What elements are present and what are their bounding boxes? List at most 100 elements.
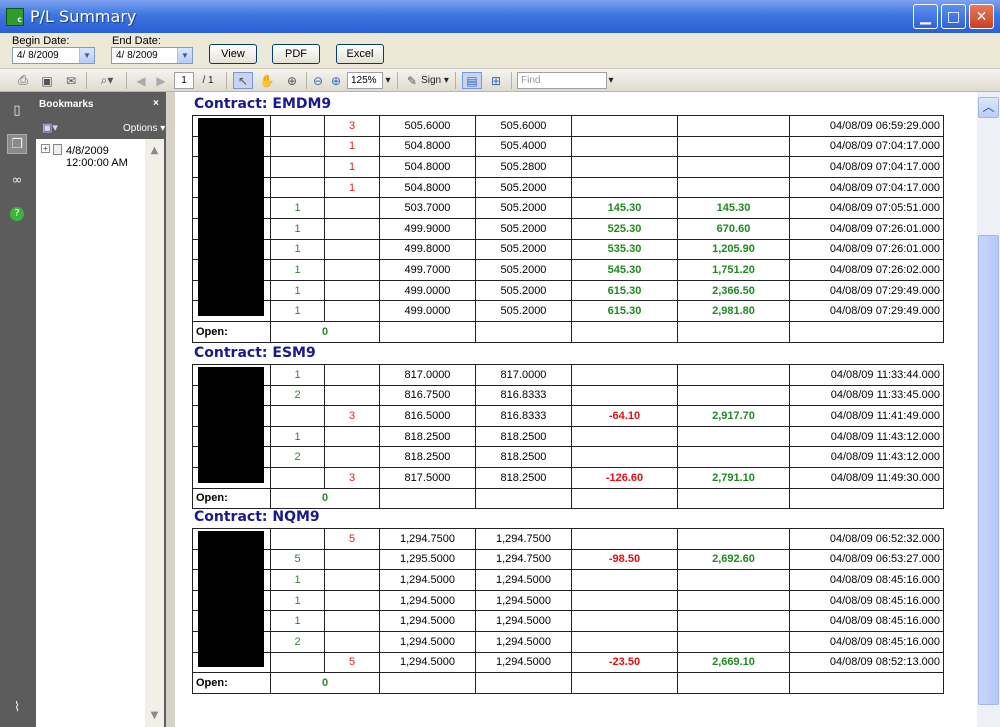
- close-button[interactable]: ✕: [969, 4, 994, 29]
- close-icon[interactable]: ×: [153, 98, 159, 109]
- bookmark-item-time[interactable]: 12:00:00 AM: [66, 157, 128, 169]
- cumulative-pl-cell: [677, 115, 790, 137]
- close-icon: ✕: [975, 8, 988, 25]
- view-button[interactable]: View: [209, 44, 257, 64]
- pen-icon[interactable]: ✎: [403, 72, 421, 89]
- timestamp-cell: 04/08/09 11:43:12.000: [789, 425, 944, 448]
- zoom-in-icon[interactable]: ⊕: [329, 72, 343, 89]
- pl-cell: [571, 610, 678, 632]
- options-label: Options: [123, 123, 158, 134]
- bookmark-options-menu[interactable]: Options ▾: [123, 123, 165, 134]
- zoom-dropdown-icon[interactable]: ▾: [383, 72, 393, 89]
- help-icon[interactable]: ?: [7, 204, 27, 224]
- save-icon[interactable]: ▣: [38, 72, 56, 89]
- minimize-button[interactable]: ▁: [913, 4, 938, 29]
- empty-cell: [789, 672, 944, 694]
- next-page-icon[interactable]: ▶: [153, 72, 169, 89]
- empty-cell: [475, 320, 572, 343]
- table-row: 2 816.7500 816.8333 04/08/09 11:33:45.000: [192, 384, 944, 407]
- pl-cell: -126.60: [571, 466, 678, 489]
- zoom-level-input[interactable]: 125%: [347, 72, 383, 89]
- pages-icon[interactable]: ▯: [7, 100, 27, 120]
- table-row: 1 504.8000 505.4000 04/08/09 07:04:17.000: [192, 135, 944, 158]
- search-icon[interactable]: ⌕▾: [94, 72, 120, 89]
- table-row: 2 1,294.5000 1,294.5000 04/08/09 08:45:16.0…: [192, 630, 944, 653]
- pl-cell: [571, 425, 678, 448]
- email-icon[interactable]: ✉: [62, 72, 80, 89]
- pdf-button[interactable]: PDF: [272, 44, 320, 64]
- open-label: Open:: [192, 672, 271, 694]
- buy-qty-cell: [270, 466, 325, 489]
- bookmark-tool-icon[interactable]: ▣▾: [42, 121, 58, 134]
- contract-title: Contract: ESM9: [194, 345, 316, 361]
- fit-page-icon[interactable]: ▤: [462, 72, 482, 89]
- empty-cell: [571, 672, 678, 694]
- buy-qty-cell: 1: [270, 197, 325, 219]
- pl-cell: [571, 115, 678, 137]
- table-row: 5 1,295.5000 1,294.7500 -98.50 2,692.60 04/08…: [192, 548, 944, 571]
- end-date-picker[interactable]: 4/ 8/2009 ▼: [111, 47, 193, 64]
- cumulative-pl-cell: 2,981.80: [677, 300, 790, 322]
- sell-qty-cell: 5: [324, 528, 380, 550]
- find-dropdown-icon[interactable]: ▾: [607, 72, 615, 89]
- expand-icon[interactable]: +: [41, 144, 50, 153]
- bookmarks-panel: Bookmarks × ▣▾ Options ▾ + 4/8/2009 12:0…: [34, 92, 166, 727]
- table-row: 1 499.0000 505.2000 615.30 2,366.50 04/08/09 …: [192, 279, 944, 302]
- fit-width-icon[interactable]: ⊞: [487, 72, 505, 89]
- print-icon[interactable]: ⎙: [14, 72, 32, 89]
- end-date-value: 4/ 8/2009: [116, 50, 158, 61]
- pl-cell: [571, 364, 678, 386]
- scroll-up-icon[interactable]: ︿: [978, 97, 999, 118]
- panel-splitter[interactable]: [166, 92, 175, 727]
- cumulative-pl-cell: 2,692.60: [677, 548, 790, 571]
- pl-cell: 615.30: [571, 279, 678, 302]
- begin-date-picker[interactable]: 4/ 8/2009 ▼: [12, 47, 95, 64]
- empty-cell: [379, 320, 476, 343]
- zoom-tool-icon[interactable]: ⊕: [282, 72, 302, 89]
- document-scrollbar[interactable]: ︿: [977, 92, 1000, 727]
- bookmark-item-date[interactable]: 4/8/2009: [66, 145, 109, 157]
- avg-price-cell: 817.0000: [475, 364, 572, 386]
- chevron-down-icon[interactable]: ▼: [79, 48, 94, 63]
- sign-menu[interactable]: Sign ▾: [421, 72, 449, 89]
- table-row: 1 503.7000 505.2000 145.30 145.30 04/08/09 07…: [192, 197, 944, 219]
- table-row: 5 1,294.5000 1,294.5000 -23.50 2,669.10 04/08…: [192, 651, 944, 674]
- bookmarks-icon[interactable]: ❐: [7, 134, 27, 154]
- previous-page-icon[interactable]: ◀: [133, 72, 149, 89]
- avg-price-cell: 818.2500: [475, 466, 572, 489]
- maximize-icon: □: [946, 8, 961, 25]
- timestamp-cell: 04/08/09 06:59:29.000: [789, 115, 944, 137]
- excel-button[interactable]: Excel: [336, 44, 384, 64]
- hand-tool-icon[interactable]: ✋: [258, 72, 276, 89]
- select-tool-icon[interactable]: ↖: [233, 72, 253, 89]
- sell-qty-cell: [324, 259, 380, 281]
- attachment-icon[interactable]: ⌇: [7, 697, 27, 717]
- empty-cell: [677, 672, 790, 694]
- price-cell: 1,294.7500: [379, 528, 476, 550]
- table-row: 1 1,294.5000 1,294.5000 04/08/09 08:45:16.0…: [192, 610, 944, 632]
- find-input[interactable]: Find: [517, 72, 607, 89]
- bookmark-page-icon: [53, 144, 62, 155]
- page-total: / 1: [202, 75, 214, 86]
- chevron-down-icon[interactable]: ▼: [177, 48, 192, 63]
- price-cell: 499.7000: [379, 259, 476, 281]
- open-position-value: 0: [270, 487, 380, 510]
- timestamp-cell: 04/08/09 11:49:30.000: [789, 466, 944, 489]
- page-number-input[interactable]: 1: [174, 72, 194, 89]
- price-cell: 503.7000: [379, 197, 476, 219]
- find-binoculars-icon[interactable]: ∞: [7, 170, 27, 190]
- buy-qty-cell: 1: [270, 589, 325, 612]
- maximize-button[interactable]: □: [941, 4, 966, 29]
- scroll-down-icon[interactable]: ▼: [145, 706, 164, 725]
- bookmarks-scrollbar[interactable]: ▲ ▼: [145, 139, 164, 727]
- zoom-out-icon[interactable]: ⊖: [311, 72, 325, 89]
- sell-qty-cell: [324, 569, 380, 591]
- buy-qty-cell: 1: [270, 259, 325, 281]
- table-row: 1 499.8000 505.2000 535.30 1,205.90 04/08/09 …: [192, 238, 944, 261]
- sell-qty-cell: [324, 279, 380, 302]
- app-window: c P/L Summary ▁ □ ✕ Begin Date: 4/ 8/200…: [0, 0, 1000, 727]
- scroll-up-icon[interactable]: ▲: [145, 141, 164, 160]
- scrollbar-thumb[interactable]: [978, 235, 999, 705]
- sell-qty-cell: 5: [324, 651, 380, 674]
- price-cell: 504.8000: [379, 176, 476, 199]
